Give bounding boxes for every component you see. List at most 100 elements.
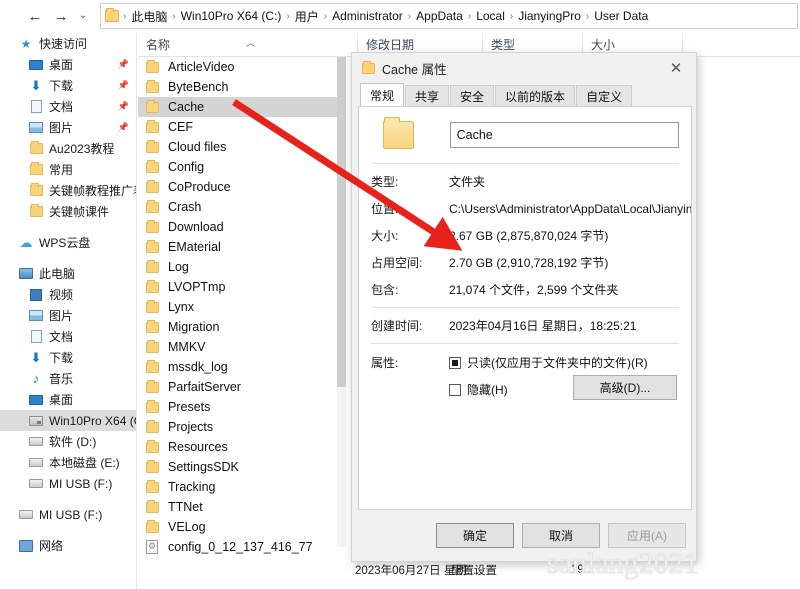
sidebar-item-4[interactable]: 图片 📌 [0,117,136,138]
sidebar-item-16[interactable]: ⬇ 下载 [0,347,136,368]
sidebar-item-12[interactable]: 此电脑 [0,263,136,284]
sidebar-item-14[interactable]: 图片 [0,305,136,326]
sidebar-item-22[interactable]: MI USB (F:) [0,473,136,494]
readonly-checkbox-row[interactable]: 只读(仅应用于文件夹中的文件)(R) [449,354,648,371]
breadcrumb-item[interactable]: 此电脑 [128,8,170,25]
videos-icon [28,287,44,303]
close-icon[interactable]: ✕ [656,53,696,83]
file-list-item[interactable]: MMKV [138,337,338,357]
tab-3[interactable]: 以前的版本 [495,85,576,107]
chevron-down-icon[interactable]: ⌄ [74,3,92,29]
file-list-item[interactable]: Log [138,257,338,277]
sidebar-item-18[interactable]: 桌面 [0,389,136,410]
file-list-item[interactable]: Projects [138,417,338,437]
dialog-tabs[interactable]: 常规 共享 安全 以前的版本 自定义 [352,83,698,107]
pin-icon[interactable]: 📌 [118,59,129,70]
folder-name-input[interactable] [449,122,679,148]
sidebar-item-15[interactable]: 文档 [0,326,136,347]
sidebar-item-7[interactable]: 关键帧教程推广表t [0,180,136,201]
back-icon[interactable]: ← [22,3,48,29]
file-list-item[interactable]: ParfaitServer [138,377,338,397]
breadcrumb-item[interactable]: AppData [413,9,466,23]
file-list-item[interactable]: ArticleVideo [138,57,338,77]
breadcrumb-item[interactable]: Local [473,9,508,23]
sidebar-item-3[interactable]: 文档 📌 [0,96,136,117]
pin-icon[interactable]: 📌 [118,101,129,112]
file-list-item[interactable]: VELog [138,517,338,537]
file-list-item[interactable]: mssdk_log [138,357,338,377]
navigation-pane[interactable]: ★快速访问桌面📌⬇下载📌文档📌图片📌Au2023教程常用关键帧教程推广表t关键帧… [0,33,137,589]
folder-icon [146,319,162,333]
file-list-item[interactable]: EMaterial [138,237,338,257]
sidebar-item-label: 音乐 [49,372,74,386]
hidden-checkbox[interactable] [449,383,461,396]
file-list-item[interactable]: CoProduce [138,177,338,197]
property-value: 21,074 个文件，2,599 个文件夹 [449,283,619,297]
breadcrumb-item[interactable]: Administrator [329,9,406,23]
property-label: 占用空间: [371,256,423,270]
breadcrumb-item[interactable]: Win10Pro X64 (C:) [178,9,285,23]
tab-0[interactable]: 常规 [360,83,405,107]
file-list-item[interactable]: Lynx [138,297,338,317]
file-list-item[interactable]: Presets [138,397,338,417]
folder-icon [28,162,44,178]
tab-1[interactable]: 共享 [405,85,450,107]
sidebar-item-10[interactable]: ☁ WPS云盘 [0,232,136,253]
sidebar-item-21[interactable]: 本地磁盘 (E:) [0,452,136,473]
file-list-item[interactable]: Cache [138,97,337,117]
folder-icon [146,259,162,273]
sidebar-item-24[interactable]: MI USB (F:) [0,504,136,525]
breadcrumb-item[interactable]: User Data [591,9,651,23]
file-list-item[interactable]: LVOPTmp [138,277,338,297]
sidebar-item-0[interactable]: ★ 快速访问 [0,33,136,54]
sidebar-item-26[interactable]: 网络 [0,535,136,556]
file-list-item[interactable]: SettingsSDK [138,457,338,477]
large-folder-icon [383,117,414,149]
scrollbar-thumb[interactable] [337,57,346,387]
address-bar[interactable]: › 此电脑 › Win10Pro X64 (C:) › 用户 › Administrator ›… [100,3,798,29]
sidebar-item-1[interactable]: 桌面 📌 [0,54,136,75]
folder-icon [146,299,162,313]
sidebar-item-6[interactable]: 常用 [0,159,136,180]
advanced-button[interactable]: 高级(D)... [573,375,677,400]
folder-icon [146,239,162,253]
sidebar-item-13[interactable]: 视频 [0,284,136,305]
breadcrumb-item[interactable]: 用户 [292,8,322,25]
file-list-item[interactable]: TTNet [138,497,338,517]
tab-4[interactable]: 自定义 [576,85,633,107]
sidebar-item-19[interactable]: Win10Pro X64 (C:) [0,410,136,431]
readonly-checkbox[interactable] [449,356,461,369]
file-list-item[interactable]: ByteBench [138,77,338,97]
file-list-item[interactable]: config_0_12_137_416_77 [138,537,338,557]
file-list-item[interactable]: Crash [138,197,338,217]
sidebar-item-2[interactable]: ⬇ 下载 📌 [0,75,136,96]
folder-icon [28,204,44,220]
file-list-item[interactable]: Migration [138,317,338,337]
dialog-title-bar: Cache 属性 ✕ [352,53,696,83]
file-list-item[interactable]: Config [138,157,338,177]
dialog-button-0[interactable]: 确定 [436,523,514,548]
sidebar-item-label: 快速访问 [39,37,88,51]
sidebar-item-8[interactable]: 关键帧课件 [0,201,136,222]
file-list-item[interactable]: Cloud files [138,137,338,157]
pin-icon[interactable]: 📌 [118,122,129,133]
file-list-item[interactable]: CEF [138,117,338,137]
sidebar-item-5[interactable]: Au2023教程 [0,138,136,159]
tab-2[interactable]: 安全 [450,85,495,107]
document-icon [28,329,44,345]
file-list-item[interactable]: Tracking [138,477,338,497]
file-list-item[interactable]: Download [138,217,338,237]
pin-icon[interactable]: 📌 [118,80,129,91]
file-list-item[interactable]: Resources [138,437,338,457]
dialog-button-1[interactable]: 取消 [522,523,600,548]
sidebar-item-17[interactable]: ♪ 音乐 [0,368,136,389]
file-list[interactable]: ArticleVideo ByteBench Cache CEF Cloud files… [138,57,338,557]
file-list-scrollbar[interactable] [337,57,346,547]
folder-icon [105,8,119,22]
breadcrumb-item[interactable]: JianyingPro [515,9,584,23]
sidebar-item-20[interactable]: 软件 (D:) [0,431,136,452]
property-value: C:\Users\Administrator\AppData\Local\Jia… [449,202,691,216]
forward-icon[interactable]: → [48,3,74,29]
file-name: VELog [168,520,206,534]
